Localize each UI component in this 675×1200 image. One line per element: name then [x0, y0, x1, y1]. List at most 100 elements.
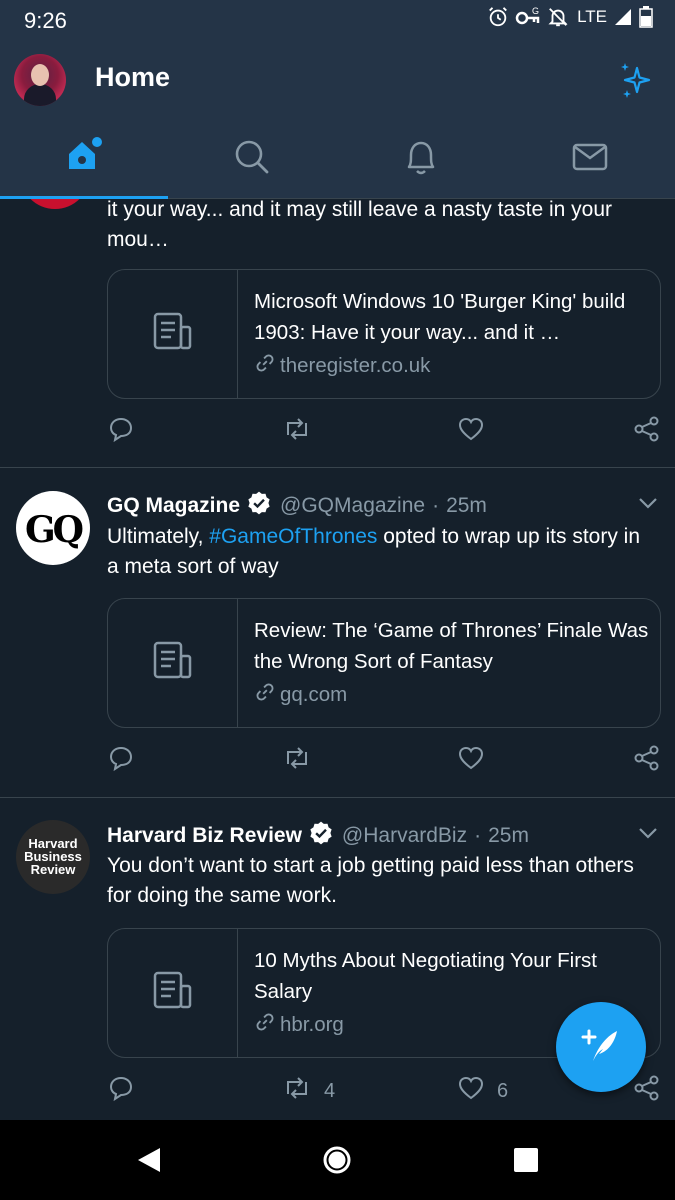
bell-icon	[402, 137, 440, 182]
battery-icon	[639, 6, 653, 28]
article-icon	[152, 311, 194, 358]
recent-apps-icon[interactable]	[510, 1144, 542, 1176]
separator-dot: ·	[474, 824, 482, 847]
retweet-button[interactable]	[282, 415, 324, 449]
compose-tweet-button[interactable]	[556, 1002, 646, 1092]
app-header: Home	[0, 40, 675, 120]
verified-badge-icon	[308, 820, 334, 852]
sparkle-icon[interactable]	[617, 60, 657, 100]
card-domain: gq.com	[254, 681, 347, 709]
action-bar	[107, 744, 667, 774]
reply-button[interactable]	[107, 744, 135, 778]
network-type: LTE	[577, 7, 607, 26]
verified-badge-icon	[246, 490, 272, 522]
profile-avatar[interactable]	[14, 54, 66, 106]
tweet-header: Harvard Biz Review @HarvardBiz · 25m	[107, 820, 529, 852]
tweet-text-part: Ultimately,	[107, 525, 210, 548]
card-thumbnail	[108, 270, 238, 398]
article-icon	[152, 640, 194, 687]
compose-feather-icon	[579, 1023, 623, 1072]
hashtag-link[interactable]: #GameOfThrones	[209, 525, 377, 548]
tab-search[interactable]	[168, 120, 336, 198]
avatar[interactable]	[20, 199, 90, 209]
avatar[interactable]: Harvard Business Review	[16, 820, 90, 894]
card-domain: theregister.co.uk	[254, 352, 430, 380]
timeline-feed[interactable]: it your way... and it may still leave a …	[0, 199, 675, 1120]
tweet-text: Ultimately, #GameOfThrones opted to wrap…	[107, 522, 652, 582]
author-name[interactable]: Harvard Biz Review	[107, 824, 302, 848]
author-handle: @GQMagazine	[280, 494, 426, 517]
home-icon	[63, 136, 105, 183]
link-icon	[254, 352, 276, 380]
link-card[interactable]: Review: The ‘Game of Thrones’ Finale Was…	[107, 598, 661, 728]
reply-icon	[107, 415, 135, 449]
link-icon	[254, 681, 276, 709]
retweet-button[interactable]: 4	[282, 1074, 335, 1108]
system-nav-bar	[0, 1120, 675, 1200]
reply-icon	[107, 1074, 135, 1108]
tweet-text: it your way... and it may still leave a …	[107, 199, 612, 251]
reply-icon	[107, 744, 135, 778]
like-button[interactable]	[457, 415, 497, 449]
retweet-icon	[282, 415, 312, 449]
svg-text:G: G	[532, 6, 539, 16]
notifications-off-icon	[547, 6, 569, 28]
status-bar: 9:26 G LTE	[0, 0, 675, 40]
tweet-time: 25m	[488, 824, 529, 847]
chevron-down-icon[interactable]	[637, 496, 659, 515]
like-count: 6	[497, 1079, 509, 1102]
retweet-icon	[282, 744, 312, 778]
tab-home[interactable]	[0, 120, 168, 198]
home-circle-icon[interactable]	[321, 1144, 353, 1176]
like-button[interactable]	[457, 744, 497, 778]
card-domain-text: hbr.org	[280, 1013, 344, 1036]
retweet-count: 4	[324, 1079, 336, 1102]
search-icon	[233, 138, 271, 181]
share-button[interactable]	[633, 415, 661, 449]
card-domain-text: gq.com	[280, 683, 348, 706]
author-handle: @HarvardBiz	[341, 824, 468, 847]
heart-icon	[457, 744, 485, 778]
card-thumbnail	[108, 929, 238, 1057]
author-name[interactable]: GQ Magazine	[107, 494, 240, 518]
tweet[interactable]: GQ GQ Magazine @GQMagazine · 25m Ultimat…	[0, 468, 675, 797]
back-icon[interactable]	[134, 1144, 166, 1176]
avatar-logo: Harvard Business Review	[16, 837, 90, 876]
tweet-header: GQ Magazine @GQMagazine · 25m	[107, 490, 487, 522]
card-title: 10 Myths About Negotiating Your First Sa…	[254, 949, 598, 1003]
tab-notifications[interactable]	[337, 120, 505, 198]
share-icon	[633, 1074, 661, 1108]
avatar-logo-line: Review	[30, 862, 76, 877]
page-title: Home	[95, 62, 171, 92]
status-icons: G LTE	[487, 6, 653, 28]
article-icon	[152, 970, 194, 1017]
share-button[interactable]	[633, 744, 661, 778]
chevron-down-icon[interactable]	[637, 826, 659, 845]
card-title: Microsoft Windows 10 'Burger King' build…	[254, 290, 626, 344]
tweet-time: 25m	[446, 494, 487, 517]
heart-icon	[457, 415, 485, 449]
retweet-icon	[282, 1074, 312, 1108]
card-domain-text: theregister.co.uk	[280, 354, 431, 377]
link-icon	[254, 1011, 276, 1039]
tweet-text: You don’t want to start a job getting pa…	[107, 854, 634, 907]
avatar[interactable]: GQ	[16, 491, 90, 565]
reply-button[interactable]	[107, 1074, 135, 1108]
card-thumbnail	[108, 599, 238, 727]
retweet-button[interactable]	[282, 744, 324, 778]
tweet[interactable]: it your way... and it may still leave a …	[0, 199, 675, 467]
share-icon	[633, 415, 661, 449]
status-time: 9:26	[24, 8, 67, 33]
signal-icon	[613, 7, 633, 27]
tab-messages[interactable]	[506, 120, 674, 198]
like-button[interactable]: 6	[457, 1074, 508, 1108]
card-domain: hbr.org	[254, 1011, 344, 1039]
share-button[interactable]	[633, 1074, 661, 1108]
reply-button[interactable]	[107, 415, 135, 449]
vpn-key-icon: G	[515, 6, 541, 28]
link-card[interactable]: Microsoft Windows 10 'Burger King' build…	[107, 269, 661, 399]
alarm-icon	[487, 6, 509, 28]
tab-bar	[0, 120, 675, 199]
action-bar	[107, 415, 667, 445]
avatar-logo: GQ	[24, 509, 84, 551]
